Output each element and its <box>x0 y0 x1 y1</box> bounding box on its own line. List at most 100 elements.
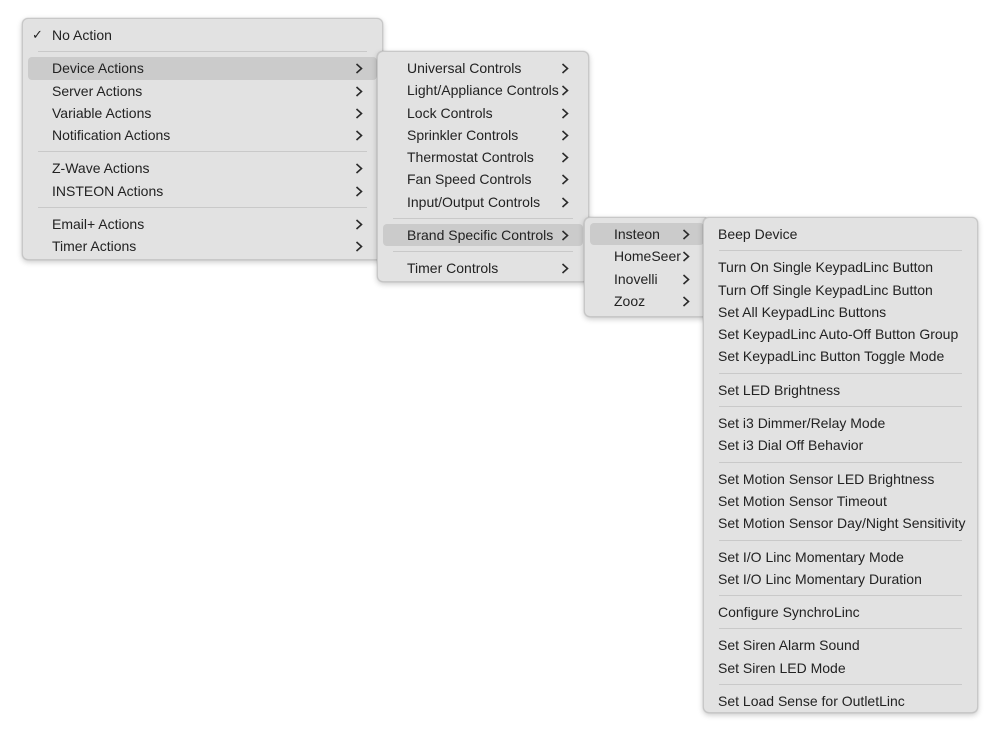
chevron-right-icon <box>682 245 694 267</box>
menu-item-set-keypadlinc-auto-off-group[interactable]: Set KeypadLinc Auto-Off Button Group <box>709 323 972 345</box>
menu-separator <box>719 684 962 686</box>
menu-item-set-all-keypadlinc-buttons[interactable]: Set All KeypadLinc Buttons <box>709 301 972 323</box>
menu-separator <box>719 628 962 630</box>
menu-item-label: Set All KeypadLinc Buttons <box>718 303 887 320</box>
menu-item-universal-controls[interactable]: Universal Controls <box>383 57 583 79</box>
chevron-right-icon <box>561 102 573 124</box>
menu-item-device-actions[interactable]: Device Actions <box>28 57 377 80</box>
insteon-submenu: Beep Device Turn On Single KeypadLinc Bu… <box>703 217 978 713</box>
chevron-right-icon <box>355 124 367 146</box>
menu-item-thermostat-controls[interactable]: Thermostat Controls <box>383 146 583 168</box>
menu-separator <box>38 51 367 53</box>
menu-item-label: Device Actions <box>52 60 144 77</box>
menu-item-no-action[interactable]: ✓ No Action <box>28 24 377 46</box>
menu-item-label: Timer Actions <box>52 238 137 255</box>
menu-separator <box>38 207 367 209</box>
menu-item-sprinkler-controls[interactable]: Sprinkler Controls <box>383 124 583 146</box>
menu-item-label: Set Motion Sensor Day/Night Sensitivity <box>718 515 966 532</box>
menu-item-set-i3-dimmer-relay-mode[interactable]: Set i3 Dimmer/Relay Mode <box>709 412 972 434</box>
menu-separator <box>393 251 573 253</box>
menu-item-label: Email+ Actions <box>52 216 145 233</box>
menu-item-set-io-linc-momentary-mode[interactable]: Set I/O Linc Momentary Mode <box>709 546 972 568</box>
chevron-right-icon <box>561 224 573 246</box>
menu-item-label: Thermostat Controls <box>407 149 534 166</box>
menu-item-server-actions[interactable]: Server Actions <box>28 80 377 102</box>
menu-item-insteon[interactable]: Insteon <box>590 223 704 246</box>
menu-item-zwave-actions[interactable]: Z-Wave Actions <box>28 157 377 179</box>
chevron-right-icon <box>355 213 367 235</box>
menu-item-label: Set KeypadLinc Button Toggle Mode <box>718 348 945 365</box>
menu-item-label: Inovelli <box>614 270 658 287</box>
menu-item-label: Turn Off Single KeypadLinc Button <box>718 281 933 298</box>
menu-item-label: Universal Controls <box>407 60 522 76</box>
menu-item-configure-synchrolinc[interactable]: Configure SynchroLinc <box>709 601 972 623</box>
menu-separator <box>38 151 367 153</box>
menu-item-input-output-controls[interactable]: Input/Output Controls <box>383 191 583 213</box>
menu-item-label: Z-Wave Actions <box>52 160 150 177</box>
menu-item-insteon-actions[interactable]: INSTEON Actions <box>28 180 377 202</box>
menu-separator <box>719 461 962 463</box>
menu-item-turn-off-keypadlinc-button[interactable]: Turn Off Single KeypadLinc Button <box>709 279 972 301</box>
menu-item-label: Variable Actions <box>52 104 152 121</box>
menu-item-label: Beep Device <box>718 226 798 242</box>
menu-item-set-led-brightness[interactable]: Set LED Brightness <box>709 379 972 401</box>
chevron-right-icon <box>561 57 573 79</box>
menu-item-turn-on-keypadlinc-button[interactable]: Turn On Single KeypadLinc Button <box>709 256 972 278</box>
menu-item-timer-controls[interactable]: Timer Controls <box>383 257 583 279</box>
menu-item-label: Set Motion Sensor Timeout <box>718 492 887 509</box>
menu-item-notification-actions[interactable]: Notification Actions <box>28 124 377 146</box>
chevron-right-icon <box>355 235 367 257</box>
menu-separator <box>393 218 573 220</box>
menu-item-label: Set KeypadLinc Auto-Off Button Group <box>718 326 959 343</box>
menu-item-set-siren-alarm-sound[interactable]: Set Siren Alarm Sound <box>709 634 972 656</box>
menu-item-label: Configure SynchroLinc <box>718 604 860 621</box>
menu-item-set-siren-led-mode[interactable]: Set Siren LED Mode <box>709 657 972 679</box>
menu-item-inovelli[interactable]: Inovelli <box>590 268 704 290</box>
menu-item-label: Light/Appliance Controls <box>407 82 559 99</box>
menu-item-label: Lock Controls <box>407 104 493 121</box>
chevron-right-icon <box>355 57 367 79</box>
menu-item-label: Set i3 Dial Off Behavior <box>718 437 864 454</box>
menu-item-zooz[interactable]: Zooz <box>590 290 704 312</box>
menu-item-label: Set i3 Dimmer/Relay Mode <box>718 415 886 432</box>
menu-item-label: Zooz <box>614 292 646 309</box>
chevron-right-icon <box>561 124 573 146</box>
menu-item-set-motion-led-brightness[interactable]: Set Motion Sensor LED Brightness <box>709 468 972 490</box>
menu-item-label: Set Siren Alarm Sound <box>718 637 860 654</box>
menu-item-timer-actions[interactable]: Timer Actions <box>28 235 377 257</box>
menu-item-set-motion-timeout[interactable]: Set Motion Sensor Timeout <box>709 490 972 512</box>
menu-item-brand-specific-controls[interactable]: Brand Specific Controls <box>383 224 583 247</box>
menu-item-beep-device[interactable]: Beep Device <box>709 223 972 245</box>
menu-item-label: INSTEON Actions <box>52 182 164 199</box>
menu-item-light-appliance-controls[interactable]: Light/Appliance Controls <box>383 79 583 101</box>
chevron-right-icon <box>561 168 573 190</box>
chevron-right-icon <box>561 146 573 168</box>
menu-item-label: Set I/O Linc Momentary Duration <box>718 570 922 587</box>
menu-item-set-i3-dial-off-behavior[interactable]: Set i3 Dial Off Behavior <box>709 434 972 456</box>
menu-item-homeseer[interactable]: HomeSeer <box>590 245 704 267</box>
menu-item-set-io-linc-momentary-duration[interactable]: Set I/O Linc Momentary Duration <box>709 568 972 590</box>
menu-item-set-motion-day-night-sensitivity[interactable]: Set Motion Sensor Day/Night Sensitivity <box>709 512 972 534</box>
chevron-right-icon <box>355 157 367 179</box>
menu-item-email-actions[interactable]: Email+ Actions <box>28 213 377 235</box>
chevron-right-icon <box>561 257 573 279</box>
brand-specific-submenu: Insteon HomeSeer Inovelli Zooz <box>584 217 710 317</box>
menu-separator <box>719 539 962 541</box>
menu-item-label: Fan Speed Controls <box>407 171 532 188</box>
menu-separator <box>719 250 962 252</box>
chevron-right-icon <box>561 191 573 213</box>
menu-item-label: Sprinkler Controls <box>407 126 519 143</box>
action-type-menu: ✓ No Action Device Actions Server Action… <box>22 18 383 260</box>
chevron-right-icon <box>682 290 694 312</box>
menu-item-label: Turn On Single KeypadLinc Button <box>718 259 934 276</box>
menu-item-label: Set Siren LED Mode <box>718 659 846 676</box>
menu-item-fan-speed-controls[interactable]: Fan Speed Controls <box>383 168 583 190</box>
menu-item-set-keypadlinc-toggle-mode[interactable]: Set KeypadLinc Button Toggle Mode <box>709 345 972 367</box>
menu-item-label: No Action <box>52 27 112 43</box>
chevron-right-icon <box>682 268 694 290</box>
menu-item-variable-actions[interactable]: Variable Actions <box>28 102 377 124</box>
menu-item-label: HomeSeer <box>614 248 681 265</box>
menu-item-label: Set LED Brightness <box>718 381 841 398</box>
menu-item-set-load-sense-outletlinc[interactable]: Set Load Sense for OutletLinc <box>709 690 972 712</box>
menu-item-lock-controls[interactable]: Lock Controls <box>383 102 583 124</box>
